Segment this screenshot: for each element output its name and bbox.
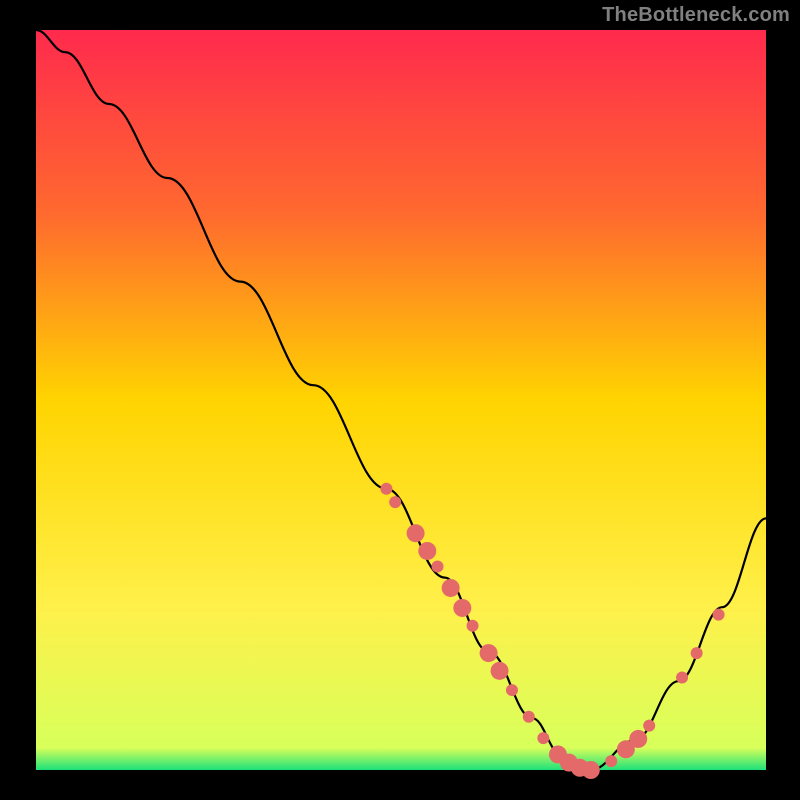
curve-marker <box>691 647 703 659</box>
curve-marker <box>453 599 471 617</box>
curve-marker <box>605 755 617 767</box>
curve-marker <box>643 720 655 732</box>
curve-marker <box>407 524 425 542</box>
curve-marker <box>523 711 535 723</box>
attribution-label: TheBottleneck.com <box>602 4 790 27</box>
curve-marker <box>418 542 436 560</box>
curve-marker <box>432 561 444 573</box>
curve-marker <box>506 684 518 696</box>
curve-marker <box>467 620 479 632</box>
curve-marker <box>442 579 460 597</box>
curve-marker <box>676 672 688 684</box>
plot-background <box>36 30 766 770</box>
chart-container: TheBottleneck.com <box>0 0 800 800</box>
curve-marker <box>389 496 401 508</box>
curve-marker <box>713 609 725 621</box>
curve-marker <box>537 732 549 744</box>
curve-marker <box>491 662 509 680</box>
curve-marker <box>582 761 600 779</box>
chart-svg <box>0 0 800 800</box>
curve-marker <box>480 644 498 662</box>
curve-marker <box>380 483 392 495</box>
curve-marker <box>629 730 647 748</box>
